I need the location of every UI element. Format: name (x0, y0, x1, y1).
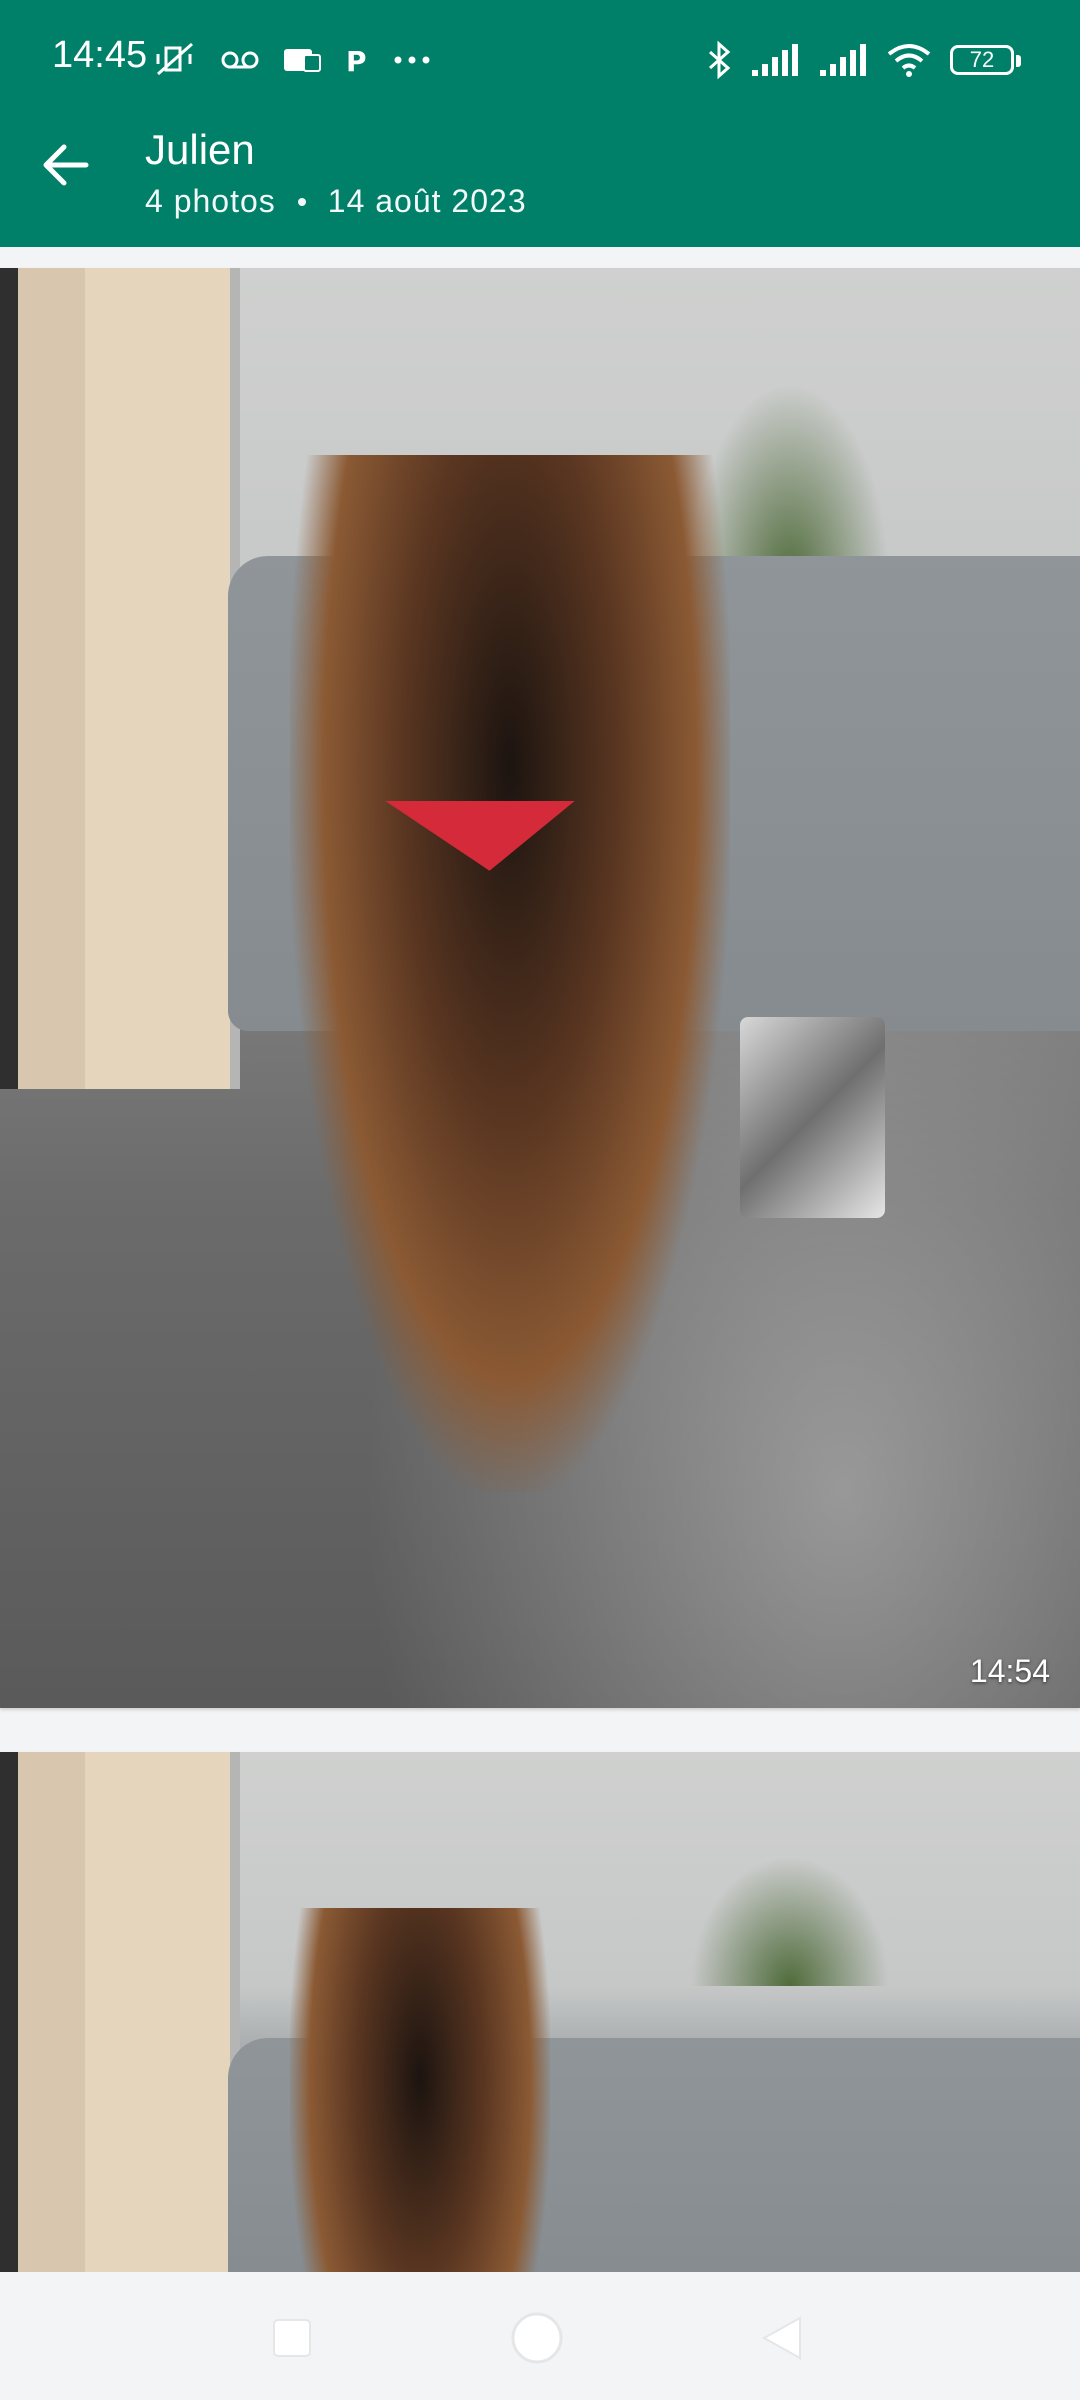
status-time: 14:45 (52, 34, 148, 76)
back-button[interactable] (36, 135, 96, 195)
svg-text:P: P (346, 45, 367, 77)
album-title: Julien (145, 126, 255, 173)
puppy-photo (0, 1752, 1080, 2272)
photo-count: 4 photos (145, 183, 276, 219)
arrow-left-icon (43, 144, 89, 186)
puppy-photo (0, 268, 1080, 1708)
home-button[interactable] (507, 2308, 567, 2368)
album-date: 14 août 2023 (327, 183, 527, 219)
voicemail-icon (221, 51, 259, 69)
mute-vibrate-icon (156, 42, 193, 76)
status-right-icons: 72 (706, 36, 1021, 84)
back-nav-button[interactable] (752, 2308, 812, 2368)
signal-icon (820, 44, 866, 76)
app-header: 14:45 P 72 Julien 4 photos 14 août 2023 (0, 0, 1080, 247)
circle-icon (511, 2312, 563, 2364)
square-icon (273, 2319, 311, 2357)
photo-timestamp: 14:54 (969, 1653, 1050, 1689)
recents-button[interactable] (262, 2308, 322, 2368)
wifi-icon (887, 44, 931, 77)
album-subtitle: 4 photos 14 août 2023 (145, 183, 527, 220)
triangle-back-icon (761, 2316, 801, 2360)
photo-item[interactable] (0, 1752, 1080, 2272)
photo-item[interactable]: 14:54 (0, 268, 1080, 1708)
more-icon (394, 56, 430, 64)
sim-icon (284, 49, 321, 72)
battery-indicator: 72 (950, 45, 1021, 75)
parking-icon: P (346, 45, 367, 77)
separator-dot (297, 197, 306, 206)
system-nav-bar (0, 2272, 1080, 2400)
signal-icon (752, 44, 798, 76)
bluetooth-icon (709, 40, 731, 80)
status-left-icons: P (152, 38, 432, 82)
